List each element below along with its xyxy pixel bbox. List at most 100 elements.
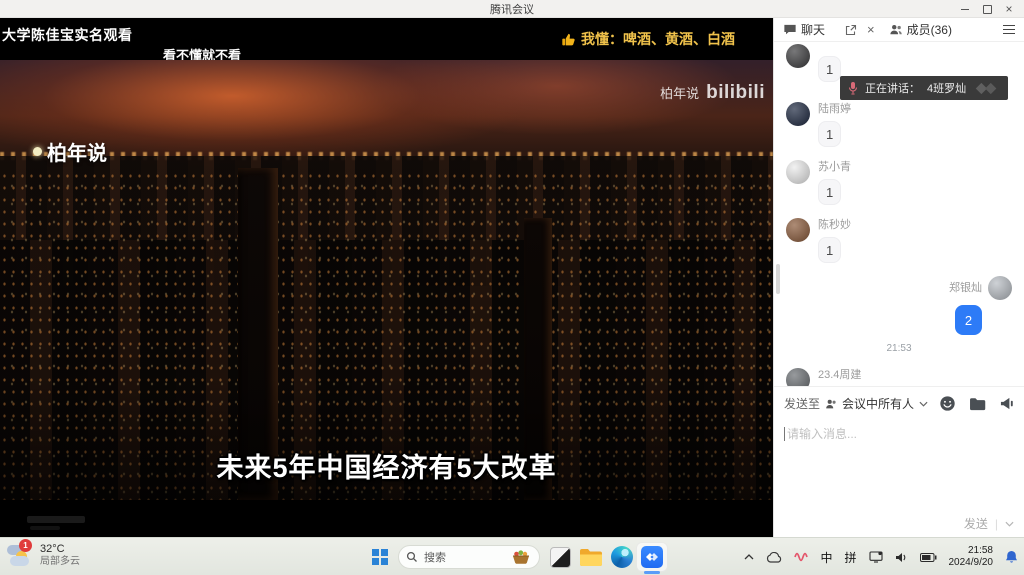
window-controls: × xyxy=(954,0,1020,18)
emoji-icon[interactable] xyxy=(939,395,956,412)
video-subtitle: 未来5年中国经济有5大改革 xyxy=(0,446,773,485)
popout-icon[interactable] xyxy=(845,24,857,36)
bullet-dot-icon xyxy=(33,147,42,156)
weather-desc: 局部多云 xyxy=(40,556,80,568)
chat-header: 聊天 × 成员(36) xyxy=(774,18,1024,42)
chat-message: 郑银灿2 xyxy=(774,276,1012,335)
text-caret xyxy=(784,427,785,441)
faint-watermark xyxy=(27,516,85,523)
weather-temp: 32°C xyxy=(40,543,80,556)
thumbs-up-icon xyxy=(561,32,576,47)
avatar xyxy=(786,102,810,126)
tencent-meeting-button[interactable] xyxy=(636,542,668,572)
chat-message: 陆雨婷 1 xyxy=(786,102,1024,148)
file-explorer-button[interactable] xyxy=(577,544,605,570)
file-icon[interactable] xyxy=(969,397,986,411)
system-tray: 中 拼 21:58 2024/9/20 xyxy=(738,538,1024,575)
channel-badge-text: 柏年说 xyxy=(47,137,107,166)
weather-widget[interactable]: 1 32°C 局部多云 xyxy=(6,542,80,568)
menu-icon[interactable] xyxy=(1003,25,1015,35)
bilibili-logo: bilibili xyxy=(706,82,765,104)
city-vignette xyxy=(0,60,773,500)
send-to-dropdown[interactable]: 会议中所有人 xyxy=(842,395,914,412)
message-bubble: 2 xyxy=(955,305,982,335)
display-icon[interactable] xyxy=(863,544,889,570)
bw-app-icon xyxy=(550,547,571,568)
ime-language-indicator[interactable]: 中 xyxy=(814,544,838,570)
send-button[interactable]: 发送 xyxy=(964,515,988,532)
search-icon xyxy=(406,551,418,563)
send-options-chevron-icon[interactable] xyxy=(1005,521,1014,527)
send-row: 发送 | xyxy=(964,515,1014,532)
battery-icon[interactable] xyxy=(914,544,943,570)
sender-name: 陆雨婷 xyxy=(818,102,1024,117)
tray-chevron-up-icon[interactable] xyxy=(738,544,760,570)
chat-scrollbar[interactable] xyxy=(776,264,780,294)
desktop: 腾讯会议 × 大学陈佳宝实名观看 看不懂就不看 我懂：啤酒、黄酒、白酒 柏年说 xyxy=(0,0,1024,575)
start-button[interactable] xyxy=(366,544,394,570)
voice-activity-icon[interactable] xyxy=(788,544,814,570)
speaker-icon[interactable] xyxy=(889,544,914,570)
speaking-toast: 正在讲话： 4班罗灿 xyxy=(840,76,1008,100)
weather-icon: 1 xyxy=(6,542,34,568)
window-titlebar: 腾讯会议 × xyxy=(0,0,1024,18)
taskbar-search[interactable]: 搜索 xyxy=(398,545,540,569)
tab-chat[interactable]: 聊天 xyxy=(783,21,825,38)
folder-icon xyxy=(579,548,603,567)
clock-time: 21:58 xyxy=(968,545,993,557)
avatar xyxy=(786,160,810,184)
maximize-button[interactable] xyxy=(976,0,998,18)
sender-name: 陈秒妙 xyxy=(818,218,1024,233)
avatar xyxy=(786,44,810,68)
tencent-meeting-icon xyxy=(641,546,663,568)
avatar xyxy=(786,218,810,242)
chat-time-divider: 21:53 xyxy=(774,343,1024,354)
chat-panel: 聊天 × 成员(36) 1陆雨婷1苏小青1陈秒妙1郑银灿221:5323.4周建… xyxy=(773,18,1024,537)
chat-compose: 发送至 会议中所有人 xyxy=(774,386,1024,537)
cloud-sync-icon[interactable] xyxy=(760,544,788,570)
person-icon xyxy=(825,398,837,410)
message-input[interactable]: 请输入消息... xyxy=(774,412,1024,442)
chevron-down-icon[interactable] xyxy=(919,401,928,407)
edge-icon xyxy=(611,546,633,568)
seasonal-doodle-icon xyxy=(510,549,532,565)
close-chat-icon[interactable]: × xyxy=(867,23,875,36)
members-icon xyxy=(889,23,903,36)
megaphone-icon[interactable] xyxy=(999,396,1016,411)
danmaku-highlight: 我懂：啤酒、黄酒、白酒 xyxy=(561,29,735,49)
message-bubble: 1 xyxy=(818,121,841,147)
danmaku-text: 大学陈佳宝实名观看 xyxy=(2,25,133,45)
send-to-label: 发送至 xyxy=(784,395,820,412)
city-night-scene xyxy=(0,60,773,500)
input-placeholder: 请输入消息... xyxy=(787,425,857,442)
edge-browser-button[interactable] xyxy=(608,544,636,570)
notification-bell-icon[interactable] xyxy=(999,544,1024,570)
ime-scheme-indicator[interactable]: 拼 xyxy=(838,544,862,570)
avatar xyxy=(786,368,810,386)
danmaku-highlight-text: 我懂：啤酒、黄酒、白酒 xyxy=(581,29,735,49)
minimize-button[interactable] xyxy=(954,0,976,18)
tab-chat-label: 聊天 xyxy=(801,21,825,38)
video-letterbox xyxy=(0,500,773,537)
chat-message: 苏小青1 xyxy=(786,160,1024,206)
channel-watermark: 柏年说 xyxy=(660,83,699,102)
video-watermark: 柏年说 bilibili xyxy=(660,82,765,104)
chat-message: 陈秒妙1 xyxy=(786,218,1024,264)
send-to-row: 发送至 会议中所有人 xyxy=(774,387,1024,412)
windows-logo-icon xyxy=(372,549,388,565)
speaking-name: 4班罗灿 xyxy=(927,80,966,96)
message-bubble: 1 xyxy=(818,179,841,205)
search-placeholder: 搜索 xyxy=(424,549,446,565)
tab-members-label: 成员(36) xyxy=(907,21,952,38)
close-button[interactable]: × xyxy=(998,0,1020,18)
taskbar: 1 32°C 局部多云 搜索 xyxy=(0,537,1024,575)
send-divider: | xyxy=(995,517,998,531)
message-bubble: 1 xyxy=(818,56,841,82)
compose-toolbar xyxy=(939,395,1016,412)
shared-screen-video: 大学陈佳宝实名观看 看不懂就不看 我懂：啤酒、黄酒、白酒 柏年说 bilibil… xyxy=(0,18,773,537)
microphone-icon xyxy=(848,81,858,95)
tab-members[interactable]: 成员(36) xyxy=(889,21,952,38)
taskbar-clock[interactable]: 21:58 2024/9/20 xyxy=(943,545,1000,569)
app-icon-snip[interactable] xyxy=(546,544,574,570)
notification-badge: 1 xyxy=(19,539,32,552)
